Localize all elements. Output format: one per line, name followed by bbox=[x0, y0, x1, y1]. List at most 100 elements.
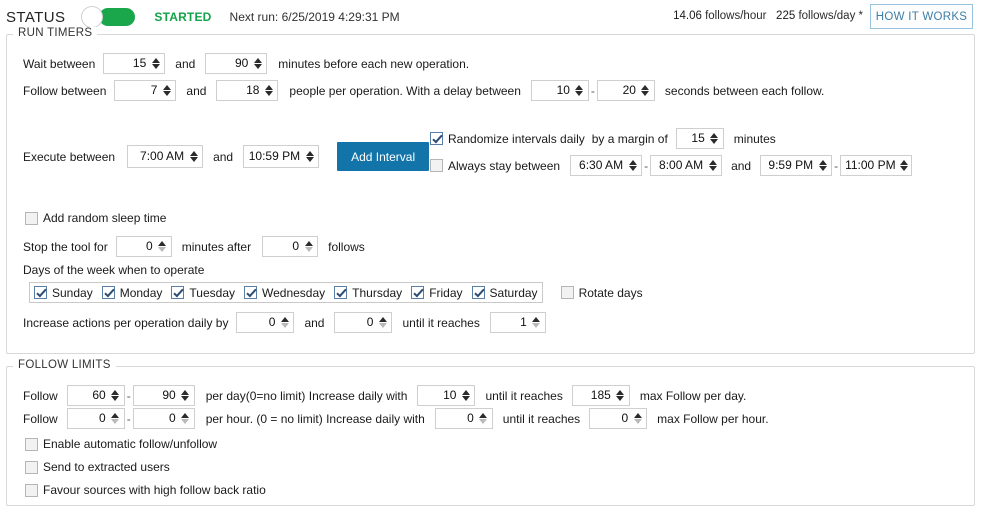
randomize-intervals-checkbox[interactable]: Randomize intervals daily bbox=[430, 132, 585, 146]
enable-automatic-follow-unfollow-checkbox[interactable]: Enable automatic follow/unfollow bbox=[25, 437, 217, 451]
increase-a-value[interactable]: 0 bbox=[237, 313, 278, 332]
follow-max-stepper[interactable]: 18 bbox=[216, 80, 278, 101]
always-stay-checkbox[interactable]: Always stay between bbox=[430, 159, 560, 173]
how-it-works-button[interactable]: HOW IT WORKS bbox=[870, 4, 973, 29]
stepper-arrows-icon[interactable] bbox=[530, 313, 545, 332]
day-checkbox-tuesday[interactable]: Tuesday bbox=[171, 286, 235, 300]
day-checkbox-saturday[interactable]: Saturday bbox=[472, 286, 538, 300]
stop-tool-follows-stepper[interactable]: 0 bbox=[262, 236, 318, 257]
stepper-arrows-icon[interactable] bbox=[156, 237, 171, 256]
stepper-arrows-icon[interactable] bbox=[459, 386, 474, 405]
stepper-arrows-icon[interactable] bbox=[179, 409, 194, 428]
always-stay-a-to-value[interactable]: 8:00 AM bbox=[651, 156, 706, 175]
follow-max-value[interactable]: 18 bbox=[217, 81, 262, 100]
execute-from-value[interactable]: 7:00 AM bbox=[128, 146, 187, 167]
execute-between-row: Execute between 7:00 AM and 10:59 PM Add… bbox=[23, 142, 429, 171]
follow-min-stepper[interactable]: 7 bbox=[114, 80, 176, 101]
stepper-arrows-icon[interactable] bbox=[302, 237, 317, 256]
stepper-arrows-icon[interactable] bbox=[706, 156, 721, 175]
randomize-margin-stepper[interactable]: 15 bbox=[676, 128, 724, 149]
status-toggle-switch[interactable] bbox=[81, 6, 136, 28]
stepper-arrows-icon[interactable] bbox=[160, 81, 175, 100]
stepper-arrows-icon[interactable] bbox=[109, 386, 124, 405]
per-day-reaches-value[interactable]: 185 bbox=[573, 386, 614, 405]
wait-max-value[interactable]: 90 bbox=[206, 54, 251, 73]
stepper-arrows-icon[interactable] bbox=[278, 313, 293, 332]
increase-actions-row: Increase actions per operation daily by … bbox=[23, 312, 546, 333]
favour-sources-high-ratio-checkbox[interactable]: Favour sources with high follow back rat… bbox=[25, 483, 266, 497]
wait-max-stepper[interactable]: 90 bbox=[205, 53, 267, 74]
day-checkbox-monday[interactable]: Monday bbox=[102, 286, 163, 300]
per-hour-increase-value[interactable]: 0 bbox=[436, 409, 477, 428]
always-stay-b-to-value[interactable]: 11:00 PM bbox=[841, 156, 898, 175]
execute-to-value[interactable]: 10:59 PM bbox=[244, 146, 303, 167]
per-hour-reaches-stepper[interactable]: 0 bbox=[589, 408, 647, 429]
add-random-sleep-checkbox[interactable]: Add random sleep time bbox=[25, 211, 166, 225]
increase-c-value[interactable]: 1 bbox=[491, 313, 530, 332]
stepper-arrows-icon[interactable] bbox=[109, 409, 124, 428]
per-hour-max-value[interactable]: 0 bbox=[134, 409, 179, 428]
day-checkbox-friday[interactable]: Friday bbox=[411, 286, 462, 300]
stepper-arrows-icon[interactable] bbox=[477, 409, 492, 428]
day-checkbox-wednesday[interactable]: Wednesday bbox=[244, 286, 325, 300]
execute-to-stepper[interactable]: 10:59 PM bbox=[243, 145, 319, 168]
per-day-increase-stepper[interactable]: 10 bbox=[417, 385, 475, 406]
delay-max-value[interactable]: 20 bbox=[598, 81, 639, 100]
always-stay-b-from-stepper[interactable]: 9:59 PM bbox=[760, 155, 832, 176]
delay-min-value[interactable]: 10 bbox=[532, 81, 573, 100]
stepper-arrows-icon[interactable] bbox=[639, 81, 654, 100]
stepper-arrows-icon[interactable] bbox=[149, 54, 164, 73]
stepper-arrows-icon[interactable] bbox=[708, 129, 723, 148]
per-day-min-value[interactable]: 60 bbox=[68, 386, 109, 405]
increase-b-stepper[interactable]: 0 bbox=[334, 312, 392, 333]
per-hour-min-value[interactable]: 0 bbox=[68, 409, 109, 428]
follow-min-value[interactable]: 7 bbox=[115, 81, 160, 100]
day-checkbox-sunday[interactable]: Sunday bbox=[34, 286, 93, 300]
delay-max-stepper[interactable]: 20 bbox=[597, 80, 655, 101]
increase-c-stepper[interactable]: 1 bbox=[490, 312, 546, 333]
always-stay-a-from-stepper[interactable]: 6:30 AM bbox=[570, 155, 642, 176]
always-stay-b-from-value[interactable]: 9:59 PM bbox=[761, 156, 816, 175]
stop-tool-follows-value[interactable]: 0 bbox=[263, 237, 302, 256]
stepper-arrows-icon[interactable] bbox=[816, 156, 831, 175]
per-day-min-stepper[interactable]: 60 bbox=[67, 385, 125, 406]
per-day-reaches-stepper[interactable]: 185 bbox=[572, 385, 630, 406]
rotate-days-checkbox[interactable]: Rotate days bbox=[561, 286, 643, 300]
stepper-arrows-icon[interactable] bbox=[626, 156, 641, 175]
wait-min-stepper[interactable]: 15 bbox=[103, 53, 165, 74]
stepper-arrows-icon[interactable] bbox=[251, 54, 266, 73]
delay-min-stepper[interactable]: 10 bbox=[531, 80, 589, 101]
add-interval-button[interactable]: Add Interval bbox=[337, 142, 429, 171]
always-stay-a-to-stepper[interactable]: 8:00 AM bbox=[650, 155, 722, 176]
stepper-arrows-icon[interactable] bbox=[376, 313, 391, 332]
day-checkbox-thursday[interactable]: Thursday bbox=[334, 286, 402, 300]
wait-suffix-label: minutes before each new operation. bbox=[278, 57, 469, 71]
stepper-arrows-icon[interactable] bbox=[262, 81, 277, 100]
always-stay-b-to-stepper[interactable]: 11:00 PM bbox=[840, 155, 912, 176]
per-hour-reaches-value[interactable]: 0 bbox=[590, 409, 631, 428]
stepper-arrows-icon[interactable] bbox=[179, 386, 194, 405]
wait-min-value[interactable]: 15 bbox=[104, 54, 149, 73]
stop-tool-minutes-stepper[interactable]: 0 bbox=[116, 236, 172, 257]
follow-per-day-label: Follow bbox=[23, 389, 58, 403]
increase-b-value[interactable]: 0 bbox=[335, 313, 376, 332]
always-stay-a-from-value[interactable]: 6:30 AM bbox=[571, 156, 626, 175]
stepper-arrows-icon[interactable] bbox=[614, 386, 629, 405]
per-day-max-value[interactable]: 90 bbox=[134, 386, 179, 405]
per-hour-min-stepper[interactable]: 0 bbox=[67, 408, 125, 429]
per-day-max-stepper[interactable]: 90 bbox=[133, 385, 195, 406]
per-hour-max-stepper[interactable]: 0 bbox=[133, 408, 195, 429]
increase-a-stepper[interactable]: 0 bbox=[236, 312, 294, 333]
execute-from-stepper[interactable]: 7:00 AM bbox=[127, 145, 203, 168]
per-hour-increase-stepper[interactable]: 0 bbox=[435, 408, 493, 429]
per-day-increase-value[interactable]: 10 bbox=[418, 386, 459, 405]
checkbox-box-icon bbox=[102, 286, 115, 299]
stepper-arrows-icon[interactable] bbox=[573, 81, 588, 100]
stepper-arrows-icon[interactable] bbox=[631, 409, 646, 428]
stop-tool-minutes-value[interactable]: 0 bbox=[117, 237, 156, 256]
stepper-arrows-icon[interactable] bbox=[303, 146, 318, 167]
stepper-arrows-icon[interactable] bbox=[899, 156, 912, 175]
stepper-arrows-icon[interactable] bbox=[187, 146, 202, 167]
send-to-extracted-users-checkbox[interactable]: Send to extracted users bbox=[25, 460, 170, 474]
randomize-margin-value[interactable]: 15 bbox=[677, 129, 708, 148]
